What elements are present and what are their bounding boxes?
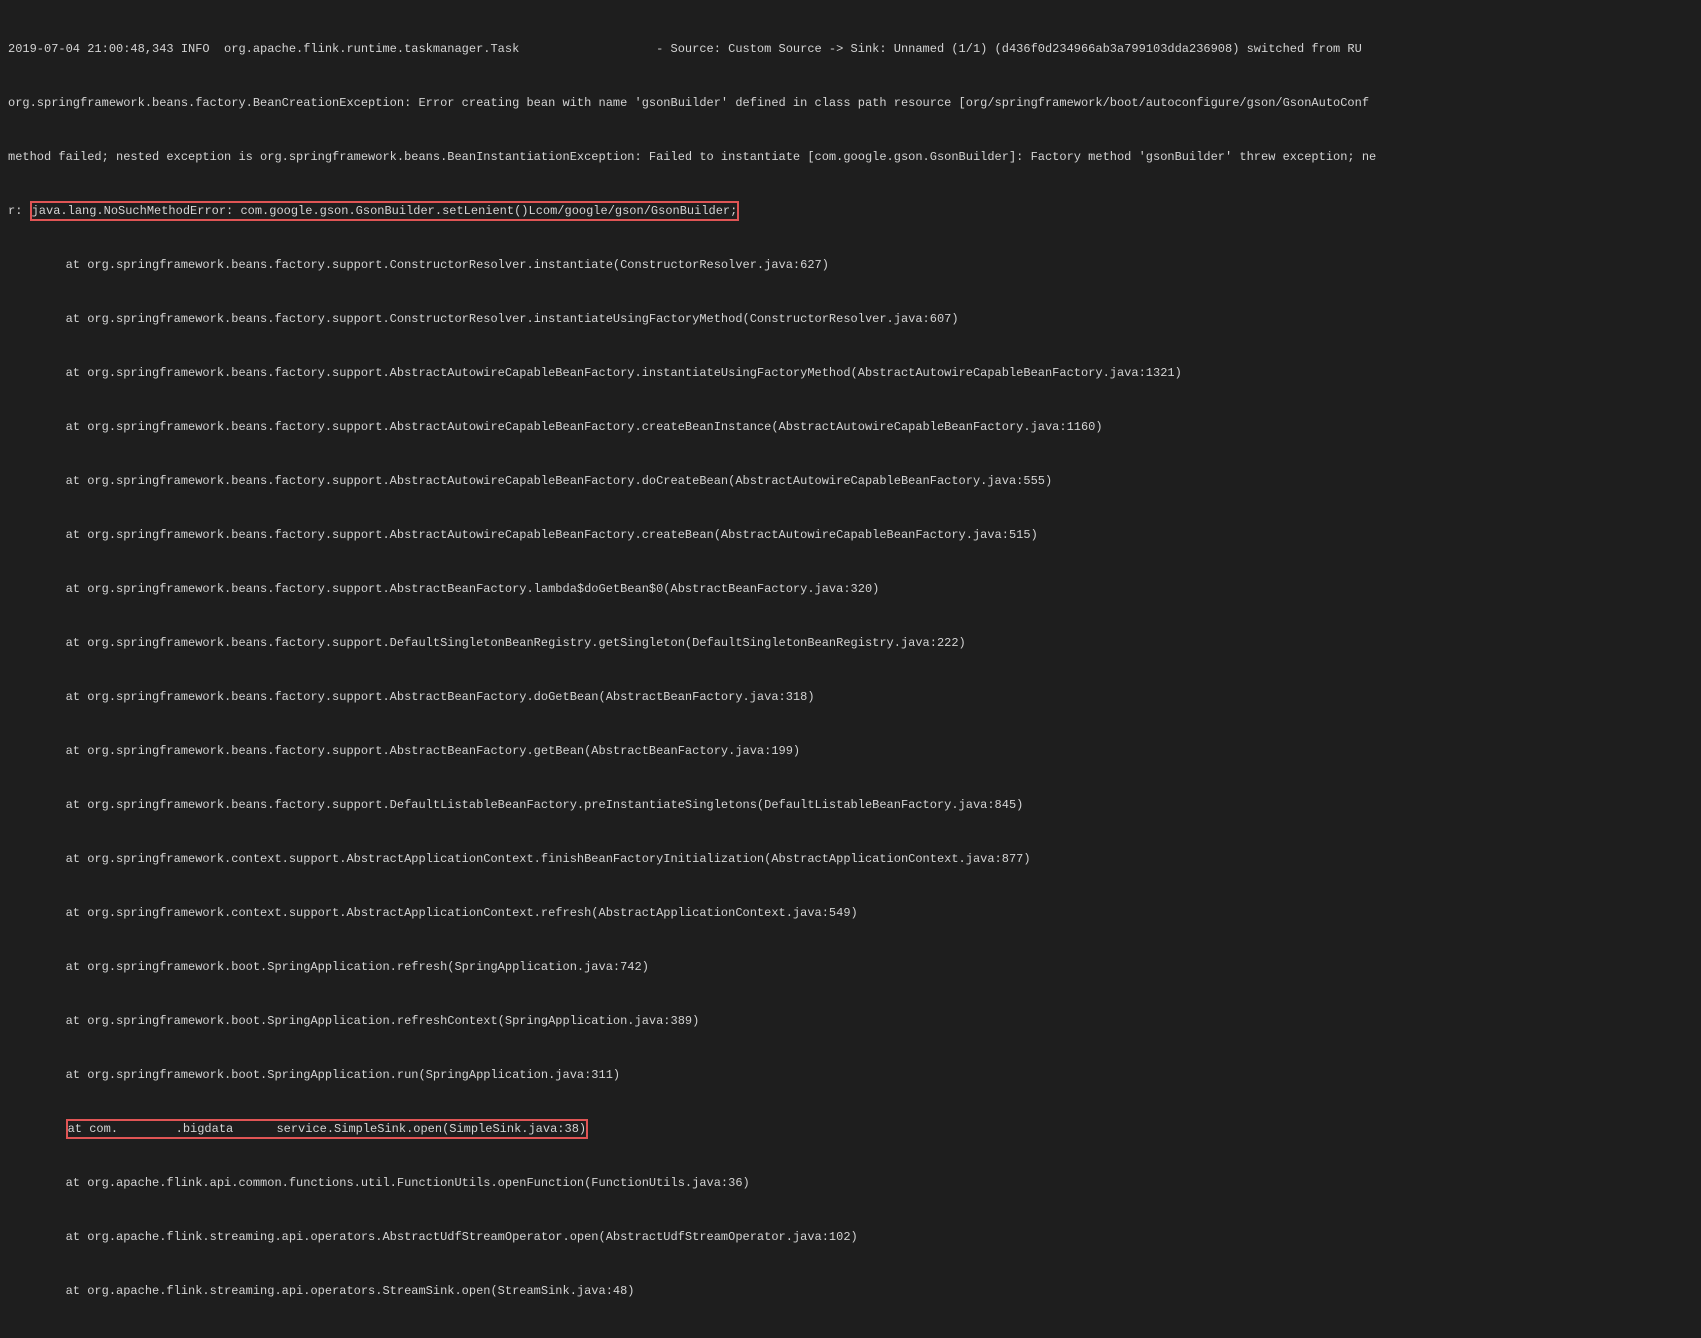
highlighted-simplesink: at com. .bigdata service.SimpleSink.open… [66,1119,588,1139]
log-line-14: at org.springframework.beans.factory.sup… [8,742,1693,760]
log-line-20: at org.springframework.boot.SpringApplic… [8,1066,1693,1084]
highlighted-nosuchmethoderror: java.lang.NoSuchMethodError: com.google.… [30,201,740,221]
log-line-23: at org.apache.flink.streaming.api.operat… [8,1228,1693,1246]
log-line-25: at org.apache.flink.streaming.runtime.ta… [8,1336,1693,1338]
log-line-15: at org.springframework.beans.factory.sup… [8,796,1693,814]
log-container: 2019-07-04 21:00:48,343 INFO org.apache.… [0,0,1701,1338]
log-line-7: at org.springframework.beans.factory.sup… [8,364,1693,382]
log-line-2: org.springframework.beans.factory.BeanCr… [8,94,1693,112]
log-line-13: at org.springframework.beans.factory.sup… [8,688,1693,706]
log-line-18: at org.springframework.boot.SpringApplic… [8,958,1693,976]
log-line-11: at org.springframework.beans.factory.sup… [8,580,1693,598]
line21-prefix [8,1122,66,1136]
log-line-19: at org.springframework.boot.SpringApplic… [8,1012,1693,1030]
log-line-24: at org.apache.flink.streaming.api.operat… [8,1282,1693,1300]
log-line-5: at org.springframework.beans.factory.sup… [8,256,1693,274]
log-line-10: at org.springframework.beans.factory.sup… [8,526,1693,544]
log-line-6: at org.springframework.beans.factory.sup… [8,310,1693,328]
log-line-22: at org.apache.flink.api.common.functions… [8,1174,1693,1192]
log-line-1: 2019-07-04 21:00:48,343 INFO org.apache.… [8,40,1693,58]
log-line-3: method failed; nested exception is org.s… [8,148,1693,166]
log-line-12: at org.springframework.beans.factory.sup… [8,634,1693,652]
log-line-9: at org.springframework.beans.factory.sup… [8,472,1693,490]
log-line-8: at org.springframework.beans.factory.sup… [8,418,1693,436]
log-line-21: at com. .bigdata service.SimpleSink.open… [8,1120,1693,1138]
log-line-17: at org.springframework.context.support.A… [8,904,1693,922]
log-line-4: r: java.lang.NoSuchMethodError: com.goog… [8,202,1693,220]
log-line-16: at org.springframework.context.support.A… [8,850,1693,868]
line4-prefix: r: [8,204,30,218]
